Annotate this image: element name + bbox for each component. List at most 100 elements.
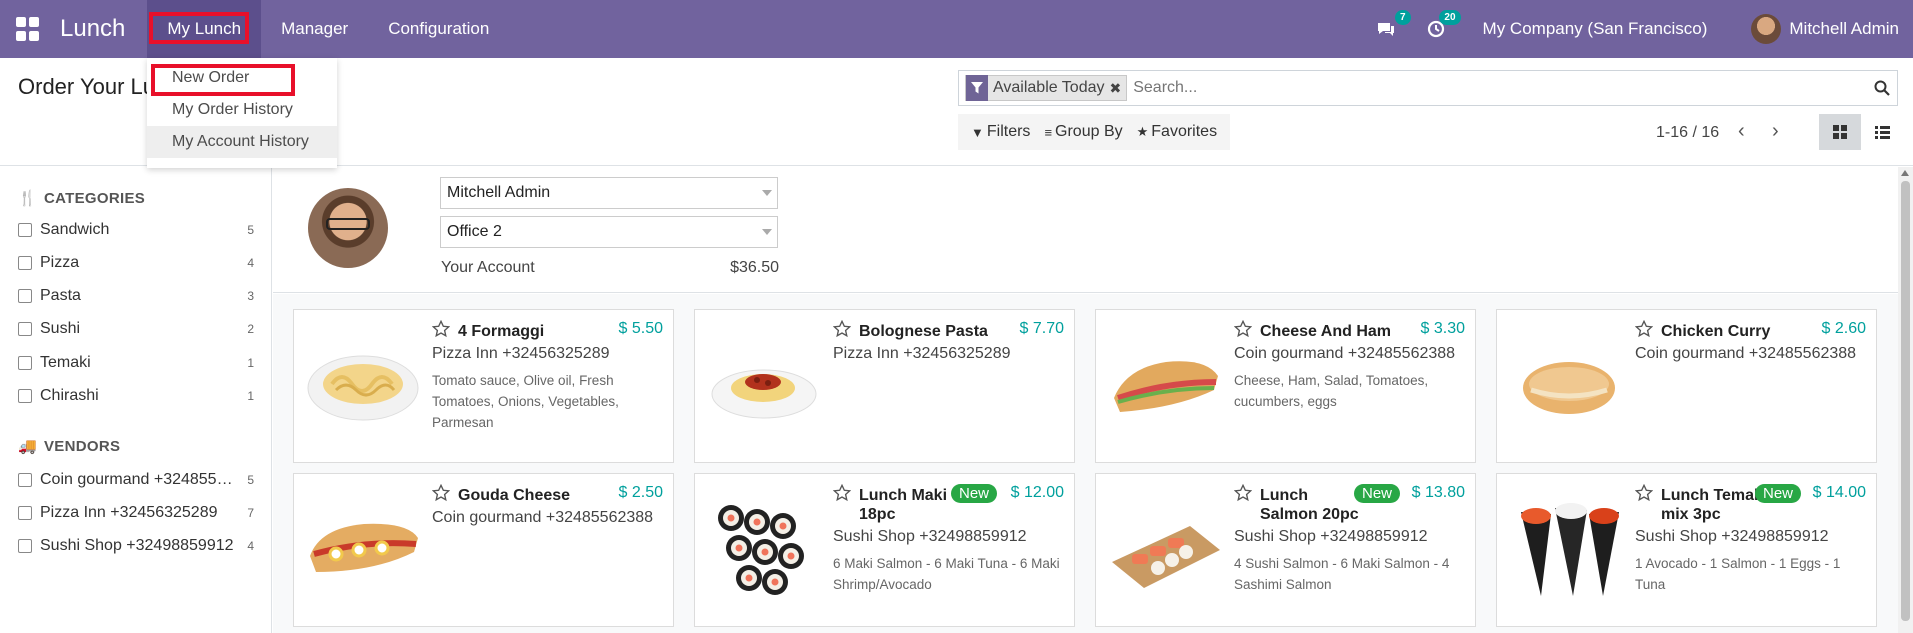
- sandwich-image: [1114, 361, 1218, 412]
- account-label: Your Account: [441, 259, 535, 276]
- user-menu[interactable]: Mitchell Admin: [1789, 19, 1899, 39]
- checkbox[interactable]: [18, 322, 32, 336]
- menu-manager[interactable]: Manager: [261, 0, 368, 58]
- app-name[interactable]: Lunch: [60, 15, 125, 43]
- chicken-sandwich-image: [1523, 362, 1615, 414]
- category-pizza[interactable]: Pizza 4: [18, 254, 254, 272]
- pager-next-icon[interactable]: ›: [1772, 120, 1779, 143]
- product-vendor: Sushi Shop +32498859912: [1234, 528, 1428, 545]
- dropdown-my-order-history[interactable]: My Order History: [147, 94, 337, 126]
- product-price: $ 14.00: [1812, 484, 1866, 501]
- favorites-button[interactable]: ★ Favorites: [1130, 123, 1224, 141]
- product-name: Cheese And Ham: [1260, 323, 1391, 340]
- checkbox[interactable]: [18, 506, 32, 520]
- category-sandwich[interactable]: Sandwich 5: [18, 221, 254, 239]
- company-switcher[interactable]: My Company (San Francisco): [1483, 19, 1708, 39]
- category-pasta[interactable]: Pasta 3: [18, 287, 254, 305]
- facet-remove-icon[interactable]: ✖: [1110, 80, 1127, 97]
- search-panel-sidebar: 🍴 CATEGORIES Sandwich 5 Pizza 4 Pasta 3 Sush…: [0, 167, 272, 633]
- checkbox[interactable]: [18, 539, 32, 553]
- product-name: Chicken Curry: [1661, 323, 1771, 340]
- gouda-sandwich-image: [310, 523, 418, 572]
- checkbox[interactable]: [18, 223, 32, 237]
- filter-funnel-icon: [966, 75, 988, 101]
- product-card-gouda-cheese[interactable]: Gouda Cheese $ 2.50 Coin gourmand +32485…: [293, 473, 674, 627]
- location-select[interactable]: Office 2: [440, 216, 778, 248]
- vendor-coin-gourmand[interactable]: Coin gourmand +32485562388 5: [18, 471, 254, 489]
- product-card-lunch-temaki[interactable]: Lunch Temaki mix 3pc New $ 14.00 Sushi S…: [1496, 473, 1877, 627]
- product-kanban: 4 Formaggi $ 5.50 Pizza Inn +32456325289…: [273, 294, 1898, 633]
- checkbox[interactable]: [18, 289, 32, 303]
- favorite-star-icon[interactable]: [432, 484, 450, 502]
- product-vendor: Coin gourmand +32485562388: [432, 509, 654, 526]
- product-name: Gouda Cheese: [458, 487, 571, 504]
- new-badge: New: [1354, 484, 1401, 503]
- kanban-view-icon[interactable]: [1819, 114, 1861, 150]
- product-card-lunch-maki[interactable]: Lunch Maki 18pc New $ 12.00 Sushi Shop +…: [694, 473, 1075, 627]
- salmon-platter-image: [1112, 526, 1220, 588]
- favorite-star-icon[interactable]: [833, 484, 851, 502]
- product-card-chicken-curry[interactable]: Chicken Curry $ 2.60 Coin gourmand +3248…: [1496, 309, 1877, 463]
- vendor-pizza-inn[interactable]: Pizza Inn +32456325289 7: [18, 504, 254, 522]
- caret-down-icon: [762, 229, 772, 235]
- bolognese-image: [711, 369, 817, 419]
- menu-configuration[interactable]: Configuration: [368, 0, 509, 58]
- pager-value[interactable]: 1-16 / 16: [1656, 124, 1719, 142]
- list-view-icon[interactable]: [1861, 114, 1903, 150]
- favorite-star-icon[interactable]: [432, 320, 450, 338]
- messages-icon[interactable]: 7: [1373, 10, 1411, 42]
- search-facet: Available Today ✖: [965, 75, 1128, 101]
- product-card-4-formaggi[interactable]: 4 Formaggi $ 5.50 Pizza Inn +32456325289…: [293, 309, 674, 463]
- product-card-bolognese-pasta[interactable]: Bolognese Pasta $ 7.70 Pizza Inn +324563…: [694, 309, 1075, 463]
- favorite-star-icon[interactable]: [1635, 320, 1653, 338]
- star-icon: ★: [1136, 124, 1149, 139]
- product-card-lunch-salmon[interactable]: Lunch Salmon 20pc New $ 13.80 Sushi Shop…: [1095, 473, 1476, 627]
- activities-clock-icon[interactable]: 20: [1423, 10, 1461, 42]
- favorite-star-icon[interactable]: [833, 320, 851, 338]
- product-vendor: Sushi Shop +32498859912: [833, 528, 1027, 545]
- search-input[interactable]: [1127, 73, 1867, 103]
- my-lunch-highlight-box: [149, 12, 249, 44]
- pasta-dish-image: [307, 355, 419, 421]
- temaki-image: [1521, 503, 1619, 596]
- checkbox[interactable]: [18, 473, 32, 487]
- checkbox[interactable]: [18, 356, 32, 370]
- product-card-cheese-and-ham[interactable]: Cheese And Ham $ 3.30 Coin gourmand +324…: [1095, 309, 1476, 463]
- checkbox[interactable]: [18, 256, 32, 270]
- favorite-star-icon[interactable]: [1635, 484, 1653, 502]
- product-vendor: Pizza Inn +32456325289: [432, 345, 610, 362]
- scrollbar-thumb[interactable]: [1901, 181, 1910, 621]
- dropdown-my-account-history[interactable]: My Account History: [147, 126, 337, 158]
- user-info-panel: Mitchell Admin Office 2 Your Account $36…: [273, 167, 1898, 293]
- vertical-scrollbar[interactable]: [1898, 167, 1913, 633]
- user-select[interactable]: Mitchell Admin: [440, 177, 778, 209]
- new-badge: New: [1755, 484, 1802, 503]
- truck-icon: 🚚: [18, 438, 37, 455]
- search-options-bar: ▼ Filters ≡ Group By ★ Favorites: [958, 114, 1231, 150]
- favorite-star-icon[interactable]: [1234, 484, 1252, 502]
- caret-down-icon: [762, 190, 772, 196]
- group-by-button[interactable]: ≡ Group By: [1037, 123, 1129, 141]
- search-icon[interactable]: [1867, 80, 1897, 96]
- product-price: $ 5.50: [618, 320, 663, 337]
- facet-label: Available Today: [993, 79, 1105, 96]
- pager-previous-icon[interactable]: ‹: [1738, 120, 1745, 143]
- checkbox[interactable]: [18, 389, 32, 403]
- vendor-sushi-shop[interactable]: Sushi Shop +32498859912 4: [18, 537, 254, 555]
- category-sushi[interactable]: Sushi 2: [18, 320, 254, 338]
- product-name: 4 Formaggi: [458, 323, 545, 340]
- apps-grid-icon[interactable]: [16, 17, 40, 41]
- product-name: Bolognese Pasta: [859, 323, 988, 340]
- product-price: $ 2.60: [1821, 320, 1866, 337]
- filters-button[interactable]: ▼ Filters: [964, 123, 1037, 141]
- product-description: Cheese, Ham, Salad, Tomatoes, cucumbers,…: [1234, 373, 1429, 409]
- product-description: 6 Maki Salmon - 6 Maki Tuna - 6 Maki Shr…: [833, 556, 1060, 592]
- scroll-up-arrow-icon[interactable]: [1901, 170, 1909, 176]
- category-chirashi[interactable]: Chirashi 1: [18, 387, 254, 405]
- maki-image: [718, 505, 804, 595]
- bars-icon: ≡: [1044, 124, 1053, 140]
- category-temaki[interactable]: Temaki 1: [18, 354, 254, 372]
- favorite-star-icon[interactable]: [1234, 320, 1252, 338]
- user-avatar[interactable]: [1751, 14, 1782, 44]
- user-photo: [308, 188, 388, 268]
